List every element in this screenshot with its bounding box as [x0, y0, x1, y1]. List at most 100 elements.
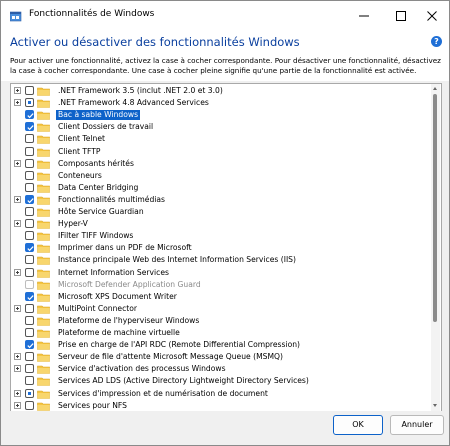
feature-checkbox[interactable] — [25, 134, 34, 144]
feature-row[interactable]: .NET Framework 4.8 Advanced Services — [11, 97, 429, 109]
folder-icon — [37, 244, 50, 254]
expand-icon[interactable] — [14, 304, 21, 312]
feature-checkbox[interactable] — [25, 303, 34, 313]
feature-row[interactable]: Data Center Bridging — [11, 182, 429, 194]
expand-icon[interactable] — [14, 99, 21, 107]
feature-checkbox[interactable] — [25, 146, 34, 156]
feature-row[interactable]: Imprimer dans un PDF de Microsoft — [11, 242, 429, 254]
feature-checkbox[interactable] — [25, 98, 34, 108]
folder-icon — [37, 281, 50, 290]
feature-row[interactable]: MultiPoint Connector — [11, 303, 429, 315]
maximize-icon — [396, 11, 406, 21]
feature-checkbox[interactable] — [25, 158, 34, 168]
feature-row[interactable]: Client Telnet — [11, 133, 429, 145]
feature-row[interactable]: Fonctionnalités multimédias — [11, 194, 429, 206]
feature-row[interactable]: Internet Information Services — [11, 267, 429, 279]
expand-icon[interactable] — [14, 87, 21, 94]
feature-row[interactable]: Plateforme de l'hyperviseur Windows — [11, 315, 429, 327]
feature-row[interactable]: Services d'impression et de numérisation… — [11, 388, 429, 400]
feature-checkbox[interactable] — [25, 182, 34, 192]
expand-icon[interactable] — [14, 365, 21, 373]
expand-icon[interactable] — [14, 268, 21, 276]
close-button[interactable] — [415, 1, 449, 31]
feature-checkbox[interactable] — [25, 110, 34, 120]
scroll-up-icon[interactable] — [433, 87, 437, 90]
feature-checkbox[interactable] — [25, 219, 34, 229]
feature-row[interactable]: IFilter TIFF Windows — [11, 230, 429, 242]
feature-row[interactable]: Microsoft XPS Document Writer — [11, 291, 429, 303]
feature-row[interactable]: Service d'activation des processus Windo… — [11, 363, 429, 375]
feature-label: Hôte Service Guardian — [58, 207, 144, 216]
help-icon[interactable]: ? — [431, 36, 442, 47]
feature-checkbox[interactable] — [25, 376, 34, 386]
feature-checkbox[interactable] — [25, 170, 34, 180]
feature-row[interactable]: Composants hérités — [11, 158, 429, 170]
scroll-thumb[interactable] — [433, 94, 437, 322]
feature-checkbox[interactable] — [25, 352, 34, 362]
feature-row[interactable]: Client Dossiers de travail — [11, 121, 429, 133]
feature-checkbox[interactable] — [25, 122, 34, 132]
feature-row[interactable]: Instance principale Web des Internet Inf… — [11, 254, 429, 266]
expand-icon[interactable] — [14, 220, 21, 228]
feature-label: Services pour NFS — [58, 400, 127, 410]
feature-row[interactable]: Services AD LDS (Active Directory Lightw… — [11, 375, 429, 387]
feature-label: Client Dossiers de travail — [58, 122, 154, 132]
feature-label: Conteneurs — [58, 170, 102, 180]
feature-checkbox — [25, 279, 34, 289]
feature-row[interactable]: Client TFTP — [11, 146, 429, 158]
feature-row[interactable]: Bac à sable Windows — [11, 109, 429, 121]
checkmark-icon — [27, 125, 34, 131]
folder-icon — [37, 111, 50, 120]
scroll-down-icon[interactable] — [433, 404, 437, 407]
feature-label: Data Center Bridging — [58, 182, 139, 192]
folder-icon — [37, 172, 50, 181]
feature-checkbox[interactable] — [25, 86, 34, 95]
feature-row[interactable]: Hyper-V — [11, 218, 429, 230]
checkmark-icon — [27, 113, 34, 119]
feature-row[interactable]: Services pour NFS — [11, 400, 429, 411]
feature-checkbox[interactable] — [25, 328, 34, 337]
feature-checkbox[interactable] — [25, 340, 34, 350]
feature-row[interactable]: Prise en charge de l'API RDC (Remote Dif… — [11, 339, 429, 351]
title-bar[interactable]: Fonctionnalités de Windows — [1, 1, 449, 31]
feature-row[interactable]: Microsoft Defender Application Guard — [11, 279, 429, 291]
ok-button[interactable]: OK — [333, 415, 383, 435]
feature-label: Prise en charge de l'API RDC (Remote Dif… — [58, 340, 301, 350]
folder-icon — [37, 329, 50, 338]
expand-icon[interactable] — [14, 195, 21, 203]
folder-icon — [37, 390, 50, 399]
feature-checkbox[interactable] — [25, 267, 34, 277]
feature-checkbox[interactable] — [25, 255, 34, 265]
feature-checkbox[interactable] — [25, 400, 34, 410]
feature-checkbox[interactable] — [25, 388, 34, 398]
folder-icon — [37, 148, 50, 157]
expand-icon[interactable] — [14, 353, 21, 361]
feature-checkbox[interactable] — [25, 243, 34, 253]
feature-row[interactable]: Hôte Service Guardian — [11, 206, 429, 218]
feature-checkbox[interactable] — [25, 207, 34, 216]
feature-label: Client Telnet — [58, 134, 105, 144]
feature-checkbox[interactable] — [25, 231, 34, 241]
feature-row[interactable]: Plateforme de machine virtuelle — [11, 327, 429, 339]
expand-icon[interactable] — [14, 389, 21, 397]
features-window: Fonctionnalités de Windows Activer ou dé… — [0, 0, 450, 446]
feature-row[interactable]: Conteneurs — [11, 170, 429, 182]
minimize-button[interactable] — [347, 1, 381, 31]
vertical-scrollbar[interactable] — [431, 84, 440, 411]
expand-icon[interactable] — [14, 401, 21, 409]
feature-checkbox[interactable] — [25, 291, 34, 301]
feature-checkbox[interactable] — [25, 194, 34, 204]
feature-label: Plateforme de machine virtuelle — [58, 328, 180, 337]
dialog-footer: OK Annuler — [1, 411, 449, 445]
feature-checkbox[interactable] — [25, 315, 34, 325]
cancel-button[interactable]: Annuler — [390, 415, 444, 435]
feature-label: Client TFTP — [58, 146, 101, 156]
feature-label: Bac à sable Windows — [56, 110, 141, 121]
feature-row[interactable]: Serveur de file d'attente Microsoft Mess… — [11, 351, 429, 363]
feature-row[interactable]: .NET Framework 3.5 (inclut .NET 2.0 et 3… — [11, 85, 429, 97]
expand-icon[interactable] — [14, 159, 21, 167]
feature-checkbox[interactable] — [25, 364, 34, 374]
folder-icon — [37, 232, 50, 241]
feature-label: Serveur de file d'attente Microsoft Mess… — [58, 352, 283, 362]
maximize-button[interactable] — [384, 1, 418, 31]
